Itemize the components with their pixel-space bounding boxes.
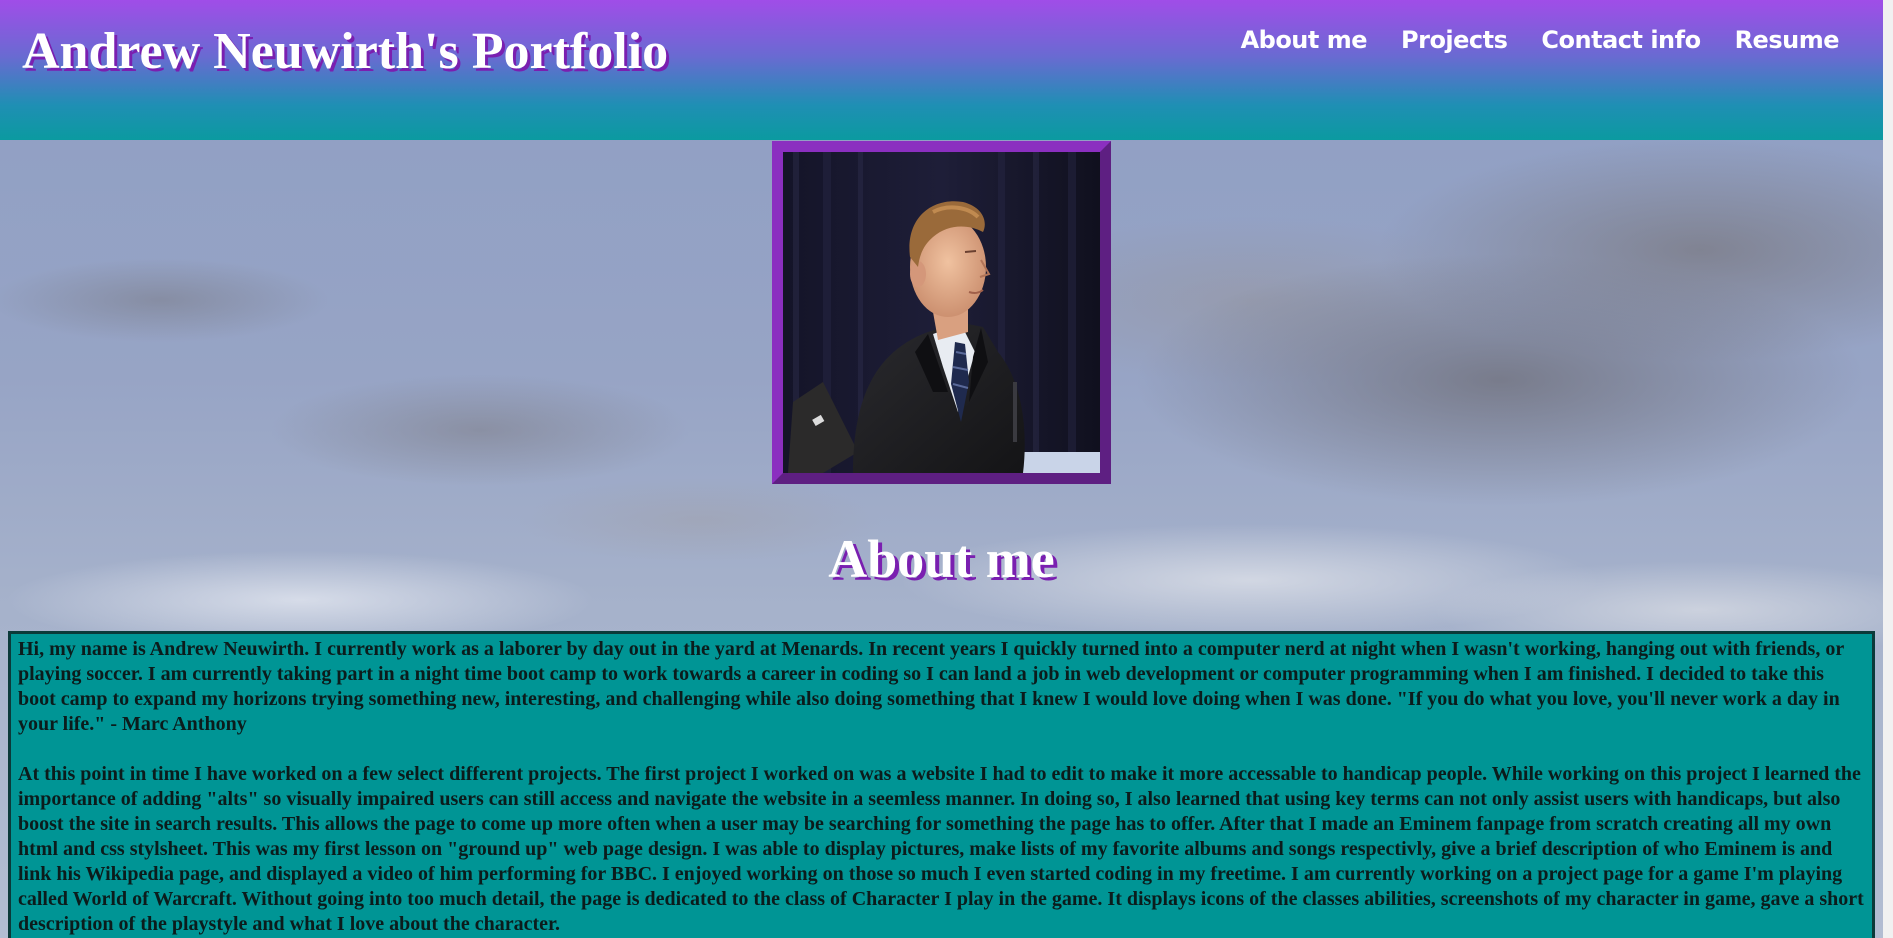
site-header: Andrew Neuwirth's Portfolio About me Pro… bbox=[0, 0, 1883, 140]
main-nav: About me Projects Contact info Resume bbox=[1241, 26, 1840, 54]
site-title: Andrew Neuwirth's Portfolio bbox=[22, 23, 669, 80]
about-text-box: Hi, my name is Andrew Neuwirth. I curren… bbox=[8, 631, 1875, 938]
nav-link-about[interactable]: About me bbox=[1241, 26, 1368, 54]
nav-link-projects[interactable]: Projects bbox=[1401, 26, 1508, 54]
portrait-photo bbox=[783, 152, 1100, 473]
about-paragraph-intro: Hi, my name is Andrew Neuwirth. I curren… bbox=[18, 638, 1844, 735]
nav-link-resume[interactable]: Resume bbox=[1735, 26, 1840, 54]
nav-link-contact[interactable]: Contact info bbox=[1541, 26, 1701, 54]
scrollbar[interactable] bbox=[1883, 0, 1893, 938]
about-heading: About me bbox=[828, 529, 1055, 589]
portrait-frame bbox=[772, 141, 1111, 484]
about-paragraph-projects: At this point in time I have worked on a… bbox=[18, 763, 1864, 935]
